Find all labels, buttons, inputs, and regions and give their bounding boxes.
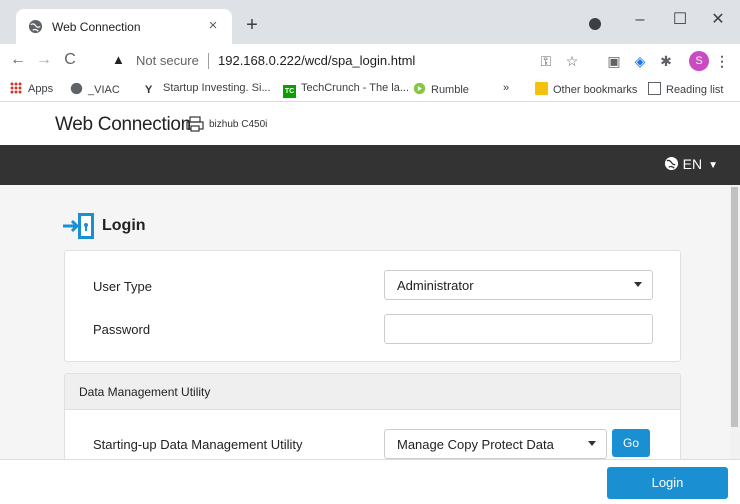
bookmark-startup-investing[interactable]: Y Startup Investing. Si... <box>145 82 271 97</box>
tab-title: Web Connection <box>52 20 141 34</box>
yc-icon: Y <box>145 84 153 96</box>
security-label[interactable]: Not secure <box>136 53 199 68</box>
brand-title: Web Connection <box>55 114 191 135</box>
password-label: Password <box>93 322 151 337</box>
tab-close-button[interactable]: × <box>204 17 222 35</box>
forward-button[interactable]: → <box>34 50 54 70</box>
profile-avatar[interactable]: S <box>689 51 709 71</box>
globe-icon <box>664 156 678 171</box>
bookmarks-bar: Apps _VIAC Y Startup Investing. Si... TC T… <box>0 78 740 102</box>
globe-icon <box>70 82 83 95</box>
bookmark-rumble[interactable]: Rumble <box>413 82 469 96</box>
language-selector[interactable]: EN ▼ <box>664 156 718 172</box>
login-icon <box>63 213 94 239</box>
bookmarks-overflow[interactable]: » <box>503 82 509 94</box>
rumble-icon <box>413 82 426 95</box>
browser-tab[interactable]: Web Connection × <box>16 9 232 44</box>
shield-extension-icon[interactable]: ◈ <box>630 51 650 71</box>
top-nav-bar: EN ▼ <box>0 145 740 185</box>
user-type-label: User Type <box>93 279 153 294</box>
reading-list[interactable]: Reading list <box>648 82 723 96</box>
other-bookmarks[interactable]: Other bookmarks <box>535 82 637 96</box>
user-type-value: Administrator <box>397 278 474 293</box>
chevron-down-icon <box>588 441 596 446</box>
star-icon[interactable]: ☆ <box>562 51 582 71</box>
dmu-header: Data Management Utility <box>65 374 680 410</box>
key-icon[interactable]: ⚿ <box>536 51 556 71</box>
url-text[interactable]: 192.168.0.222/wcd/spa_login.html <box>218 53 415 68</box>
user-type-select[interactable]: Administrator <box>384 270 653 300</box>
extension-icon[interactable]: ▣ <box>604 51 624 71</box>
puzzle-icon[interactable]: ✱ <box>656 51 676 71</box>
address-separator <box>208 53 209 69</box>
footer-bar: Login <box>0 459 740 504</box>
dmu-label: Starting-up Data Management Utility <box>93 437 303 452</box>
reload-button[interactable]: C <box>60 50 80 70</box>
close-window-button[interactable]: ✕ <box>704 8 732 32</box>
bookmark-techcrunch[interactable]: TC TechCrunch - The la... <box>283 82 409 98</box>
back-button[interactable]: ← <box>8 50 28 70</box>
login-form-card: User Type Administrator Password <box>64 250 681 362</box>
language-label: EN <box>682 156 703 172</box>
warning-icon[interactable]: ▲ <box>112 52 125 67</box>
minimize-button[interactable]: – <box>626 8 654 32</box>
chevron-down-icon: ▼ <box>708 160 718 171</box>
chevron-down-icon <box>634 282 642 287</box>
globe-icon <box>28 19 43 34</box>
browser-tabstrip: Web Connection × + – ☐ ✕ <box>0 0 740 44</box>
bookmark-viac[interactable]: _VIAC <box>70 82 120 96</box>
printer-icon <box>186 116 204 132</box>
techcrunch-icon: TC <box>283 85 296 98</box>
go-button[interactable]: Go <box>612 429 650 457</box>
login-button[interactable]: Login <box>607 467 728 499</box>
scrollbar-thumb[interactable] <box>731 187 738 427</box>
dmu-section-title: Data Management Utility <box>79 385 211 399</box>
apps-grid-icon <box>10 82 22 94</box>
reading-list-icon <box>648 82 661 95</box>
menu-icon[interactable]: ⋮ <box>712 51 732 71</box>
maximize-button[interactable]: ☐ <box>666 8 694 32</box>
brand-header: Web Connection bizhub C450i <box>0 103 740 145</box>
login-title: Login <box>102 217 146 234</box>
browser-toolbar: ← → C ▲ Not secure 192.168.0.222/wcd/spa… <box>0 44 740 78</box>
dmu-select-value: Manage Copy Protect Data <box>397 437 554 452</box>
bookmark-apps[interactable]: Apps <box>10 82 53 95</box>
dmu-select[interactable]: Manage Copy Protect Data <box>384 429 607 459</box>
device-model: bizhub C450i <box>209 119 268 130</box>
folder-icon <box>535 82 548 95</box>
new-tab-button[interactable]: + <box>240 14 264 38</box>
page-content: Web Connection bizhub C450i EN ▼ Login U… <box>0 103 740 504</box>
address-bar[interactable]: ▲ Not secure 192.168.0.222/wcd/spa_login… <box>100 49 520 73</box>
tab-search-icon[interactable] <box>589 18 601 30</box>
password-field[interactable] <box>384 314 653 344</box>
